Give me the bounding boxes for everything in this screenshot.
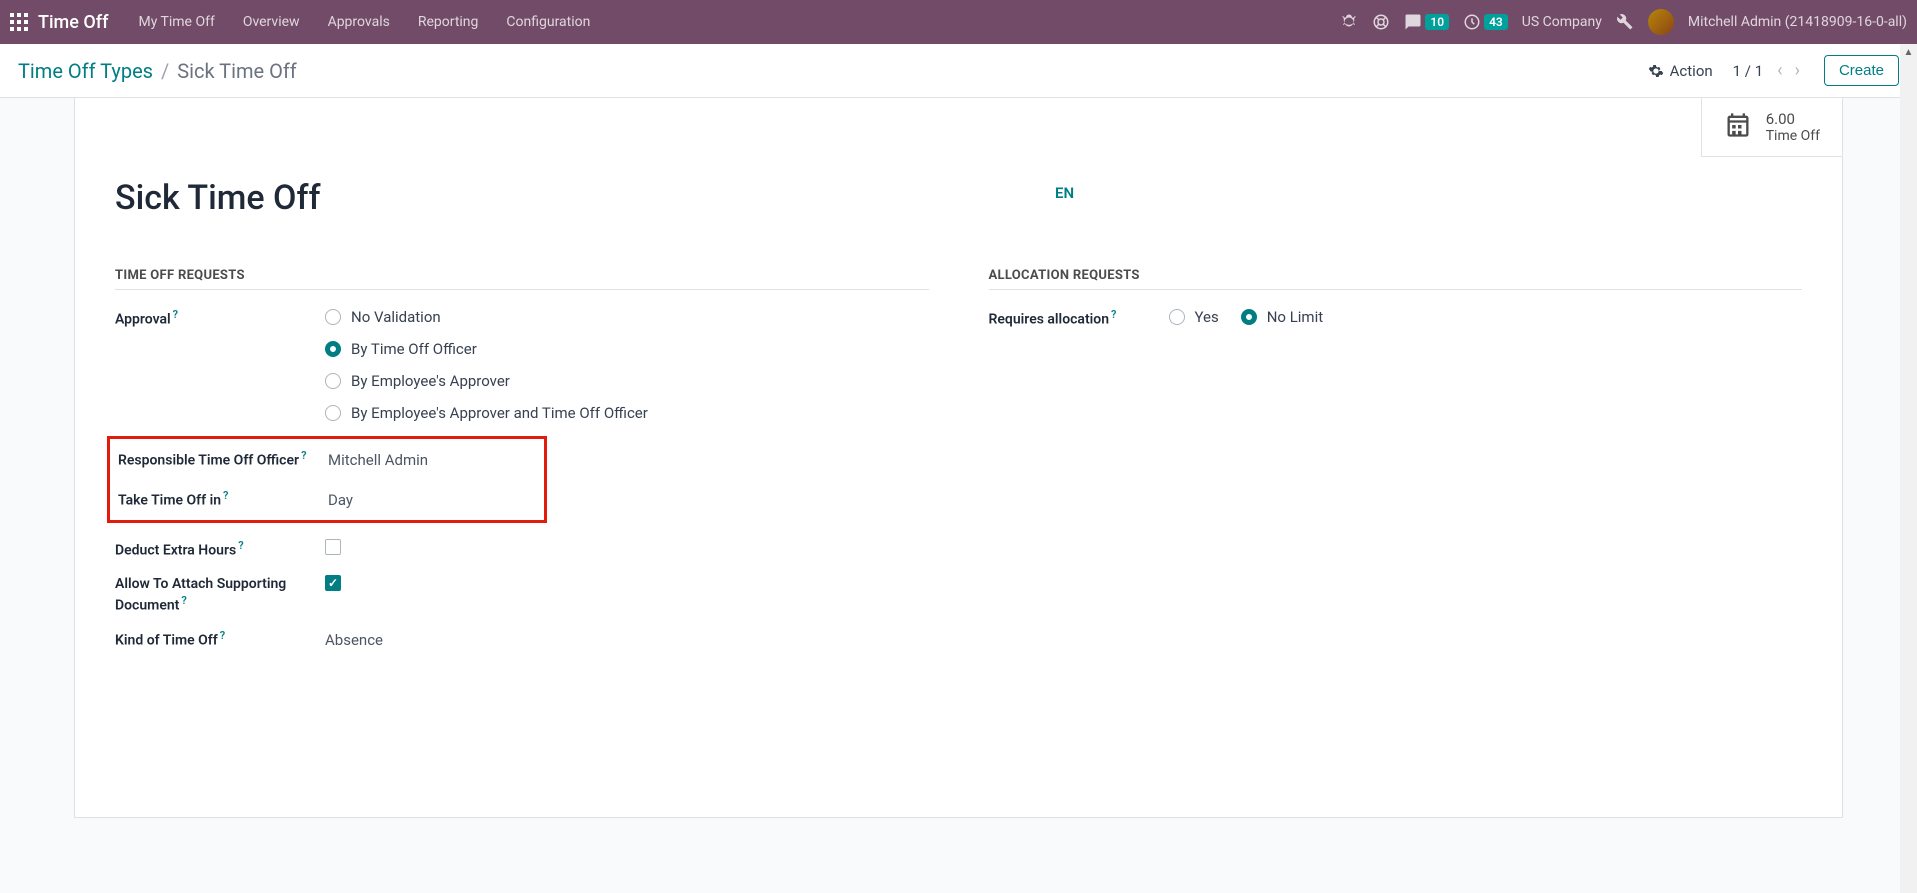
label-responsible-officer: Responsible Time Off Officer?	[118, 449, 318, 471]
activities-icon[interactable]: 43	[1463, 13, 1508, 31]
tools-icon[interactable]	[1616, 13, 1634, 31]
create-button[interactable]: Create	[1824, 55, 1899, 86]
help-icon[interactable]: ?	[220, 629, 225, 642]
stat-label: Time Off	[1766, 128, 1820, 144]
radio-icon	[325, 341, 341, 357]
section-allocation-requests: ALLOCATION REQUESTS	[989, 268, 1803, 290]
pager-text[interactable]: 1 / 1	[1733, 62, 1764, 80]
pager: 1 / 1 ‹ ›	[1733, 58, 1804, 83]
user-menu[interactable]: Mitchell Admin (21418909-16-0-all)	[1688, 14, 1907, 30]
nav-configuration[interactable]: Configuration	[492, 0, 604, 44]
control-bar: Time Off Types / Sick Time Off Action 1 …	[0, 44, 1917, 98]
allocation-radio-group: Yes No Limit	[1169, 308, 1803, 326]
radio-icon	[325, 309, 341, 325]
debug-icon[interactable]	[1340, 13, 1358, 31]
section-time-off-requests: TIME OFF REQUESTS	[115, 268, 929, 290]
messages-badge: 10	[1425, 14, 1449, 30]
nav-my-time-off[interactable]: My Time Off	[124, 0, 228, 44]
breadcrumb-root[interactable]: Time Off Types	[18, 59, 153, 83]
label-kind-of-time-off: Kind of Time Off?	[115, 629, 315, 651]
stat-value: 6.00	[1766, 110, 1820, 128]
gear-icon	[1648, 63, 1664, 79]
module-brand[interactable]: Time Off	[38, 12, 108, 33]
radio-by-approver[interactable]: By Employee's Approver	[325, 372, 929, 390]
action-label: Action	[1670, 62, 1713, 80]
company-switcher[interactable]: US Company	[1522, 14, 1602, 30]
help-icon[interactable]: ?	[173, 308, 178, 321]
label-take-time-off-in: Take Time Off in?	[118, 489, 318, 511]
help-icon[interactable]: ?	[181, 594, 186, 607]
topbar-right: 10 43 US Company Mitchell Admin (2141890…	[1340, 9, 1907, 35]
label-approval: Approval?	[115, 308, 315, 330]
radio-by-officer[interactable]: By Time Off Officer	[325, 340, 929, 358]
support-icon[interactable]	[1372, 13, 1390, 31]
help-icon[interactable]: ?	[1111, 308, 1116, 321]
calendar-icon	[1724, 111, 1752, 143]
radio-by-both[interactable]: By Employee's Approver and Time Off Offi…	[325, 404, 929, 422]
radio-icon	[325, 405, 341, 421]
kind-of-time-off-field[interactable]: Absence	[325, 629, 929, 649]
scrollbar[interactable]: ▲	[1900, 44, 1917, 893]
deduct-checkbox[interactable]	[325, 539, 341, 555]
nav-overview[interactable]: Overview	[229, 0, 314, 44]
avatar[interactable]	[1648, 9, 1674, 35]
topbar: Time Off My Time Off Overview Approvals …	[0, 0, 1917, 44]
nav-approvals[interactable]: Approvals	[314, 0, 404, 44]
help-icon[interactable]: ?	[223, 489, 228, 502]
radio-no-validation[interactable]: No Validation	[325, 308, 929, 326]
breadcrumb: Time Off Types / Sick Time Off	[18, 59, 297, 83]
nav-reporting[interactable]: Reporting	[404, 0, 493, 44]
label-deduct-extra-hours: Deduct Extra Hours?	[115, 539, 315, 561]
pager-prev[interactable]: ‹	[1773, 58, 1786, 83]
radio-icon	[1241, 309, 1257, 325]
apps-icon[interactable]	[10, 13, 28, 31]
breadcrumb-current: Sick Time Off	[177, 59, 296, 83]
messages-icon[interactable]: 10	[1404, 13, 1449, 31]
radio-icon	[325, 373, 341, 389]
stat-time-off[interactable]: 6.00 Time Off	[1701, 98, 1842, 157]
take-time-off-in-field[interactable]: Day	[328, 489, 536, 509]
breadcrumb-sep: /	[161, 59, 169, 83]
form-sheet: 6.00 Time Off Sick Time Off EN TIME OFF …	[74, 98, 1843, 818]
lang-badge[interactable]: EN	[1055, 184, 1074, 202]
page-title[interactable]: Sick Time Off	[115, 178, 1015, 218]
radio-alloc-no-limit[interactable]: No Limit	[1241, 308, 1323, 326]
responsible-officer-field[interactable]: Mitchell Admin	[328, 449, 536, 469]
action-dropdown[interactable]: Action	[1648, 62, 1713, 80]
help-icon[interactable]: ?	[301, 449, 306, 462]
pager-next[interactable]: ›	[1791, 58, 1804, 83]
label-requires-allocation: Requires allocation?	[989, 308, 1159, 330]
attach-checkbox[interactable]	[325, 575, 341, 591]
scroll-up-icon[interactable]: ▲	[1900, 44, 1917, 61]
radio-alloc-yes[interactable]: Yes	[1169, 308, 1219, 326]
radio-icon	[1169, 309, 1185, 325]
label-allow-attach: Allow To Attach Supporting Document?	[115, 575, 315, 615]
approval-radio-group: No Validation By Time Off Officer By Emp…	[325, 308, 929, 422]
activities-badge: 43	[1484, 14, 1508, 30]
help-icon[interactable]: ?	[238, 539, 243, 552]
nav-menu: My Time Off Overview Approvals Reporting…	[124, 0, 604, 44]
highlight-box: Responsible Time Off Officer? Mitchell A…	[107, 436, 547, 523]
